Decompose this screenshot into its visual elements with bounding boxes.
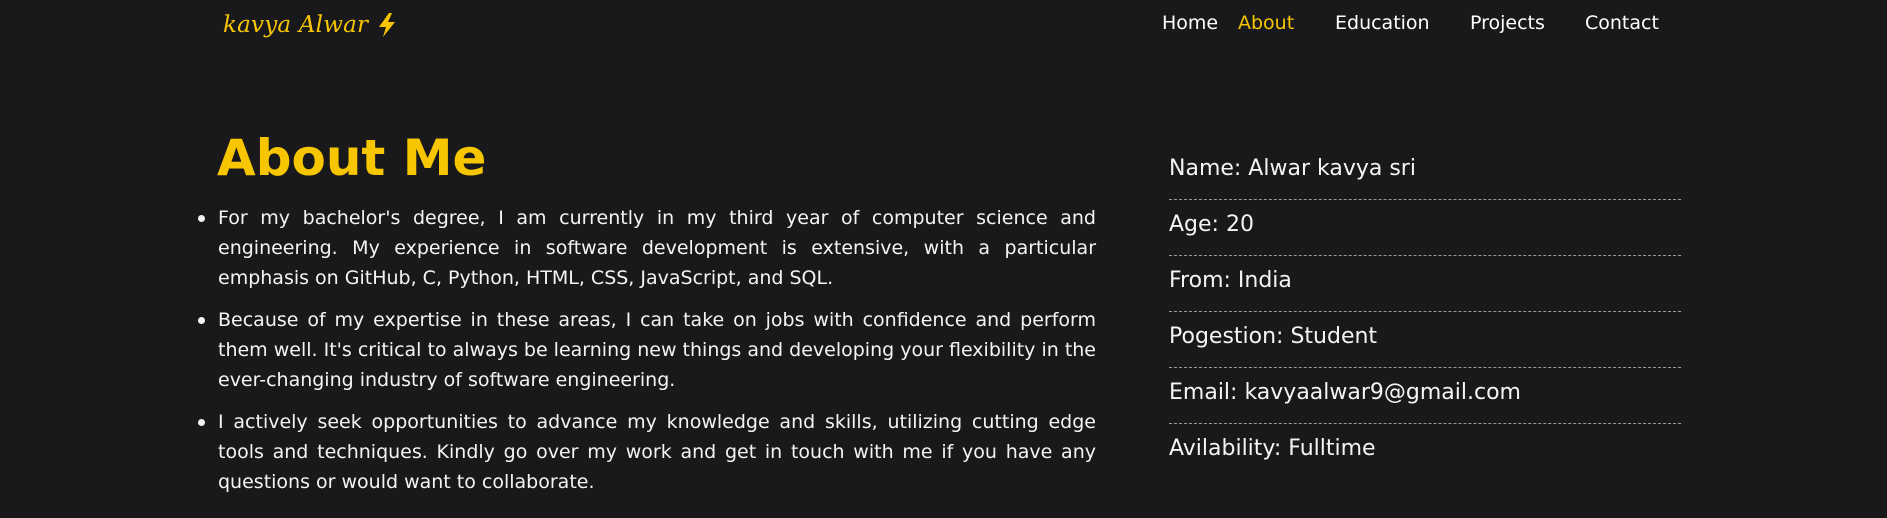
page-title: About Me (217, 129, 487, 187)
info-from: From: India (1169, 256, 1681, 312)
info-name: Name: Alwar kavya sri (1169, 144, 1681, 200)
nav-about[interactable]: About (1238, 12, 1294, 34)
about-list: For my bachelor's degree, I am currently… (198, 203, 1096, 509)
info-position: Pogestion: Student (1169, 312, 1681, 368)
info-age: Age: 20 (1169, 200, 1681, 256)
info-email: Email: kavyaalwar9@gmail.com (1169, 368, 1681, 424)
about-paragraph: I actively seek opportunities to advance… (198, 407, 1096, 497)
nav-home[interactable]: Home (1162, 12, 1218, 34)
info-panel: Name: Alwar kavya sri Age: 20 From: Indi… (1169, 144, 1681, 480)
nav-contact[interactable]: Contact (1585, 12, 1659, 34)
about-paragraph: Because of my expertise in these areas, … (198, 305, 1096, 395)
info-availability: Avilability: Fulltime (1169, 436, 1376, 461)
about-paragraph: For my bachelor's degree, I am currently… (198, 203, 1096, 293)
nav-education[interactable]: Education (1335, 12, 1430, 34)
main-nav: Home About Education Projects Contact (0, 12, 1887, 36)
nav-projects[interactable]: Projects (1470, 12, 1545, 34)
